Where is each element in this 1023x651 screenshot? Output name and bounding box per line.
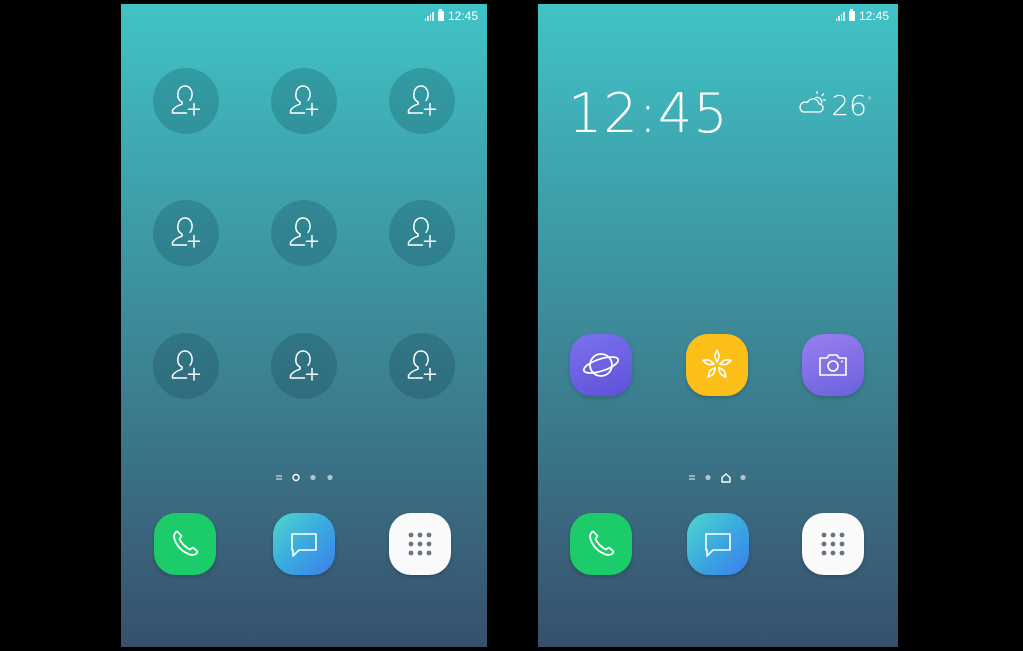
weather-widget[interactable]: 26° [797, 90, 872, 122]
add-contact-slot[interactable] [389, 333, 455, 399]
messages-icon [291, 533, 317, 557]
camera-app[interactable] [802, 334, 864, 396]
add-contact-slot[interactable] [389, 68, 455, 134]
add-contact-slot[interactable] [153, 200, 219, 266]
clock-widget-time[interactable]: 12:45 [568, 82, 729, 145]
messages-app[interactable] [687, 513, 749, 575]
camera-icon [819, 354, 847, 376]
add-contact-icon [402, 346, 442, 386]
apps-grid-icon [408, 532, 432, 556]
messages-icon [705, 533, 731, 557]
add-contact-icon [284, 213, 324, 253]
page-dot [740, 474, 746, 481]
add-contact-slot[interactable] [389, 200, 455, 266]
battery-icon [848, 9, 855, 21]
partly-cloudy-icon [799, 90, 827, 113]
apps-button[interactable] [389, 513, 451, 575]
add-contact-slot[interactable] [271, 68, 337, 134]
page-indicator[interactable] [686, 471, 756, 485]
page-dot [310, 474, 316, 481]
add-contact-icon [284, 81, 324, 121]
gallery-app[interactable] [686, 334, 748, 396]
page-dot [705, 474, 711, 481]
menu-lines-icon [689, 475, 695, 480]
apps-button[interactable] [802, 513, 864, 575]
home-screen-left: 12:45 [121, 4, 487, 647]
internet-app[interactable] [570, 334, 632, 396]
status-time: 12:45 [447, 9, 478, 23]
status-time: 12:45 [858, 9, 889, 23]
signal-icon [424, 11, 434, 21]
add-contact-icon [402, 81, 442, 121]
gallery-icon [701, 349, 733, 378]
apps-grid-icon [821, 532, 845, 556]
page-dot [327, 474, 333, 481]
phone-icon [589, 530, 615, 556]
phone-app[interactable] [570, 513, 632, 575]
page-indicator[interactable] [271, 471, 341, 485]
add-contact-icon [402, 213, 442, 253]
messages-app[interactable] [273, 513, 335, 575]
phone-icon [173, 530, 199, 556]
page-dot-active [292, 473, 300, 482]
add-contact-icon [166, 81, 206, 121]
temperature-value: 26 [831, 89, 867, 122]
add-contact-slot[interactable] [153, 68, 219, 134]
add-contact-slot[interactable] [153, 333, 219, 399]
add-contact-icon [166, 346, 206, 386]
signal-icon [835, 11, 845, 21]
add-contact-slot[interactable] [271, 200, 337, 266]
menu-lines-icon [276, 475, 282, 480]
internet-icon [582, 353, 620, 377]
status-bar: 12:45 [538, 4, 898, 28]
phone-app[interactable] [154, 513, 216, 575]
home-page-indicator-icon [721, 473, 731, 483]
temperature-unit: ° [867, 96, 872, 107]
battery-icon [437, 9, 444, 21]
status-bar: 12:45 [121, 4, 487, 28]
add-contact-icon [284, 346, 324, 386]
add-contact-slot[interactable] [271, 333, 337, 399]
home-screen-right: 12:45 12:45 26° [538, 4, 898, 647]
add-contact-icon [166, 213, 206, 253]
temperature-text: 26° [831, 90, 872, 122]
